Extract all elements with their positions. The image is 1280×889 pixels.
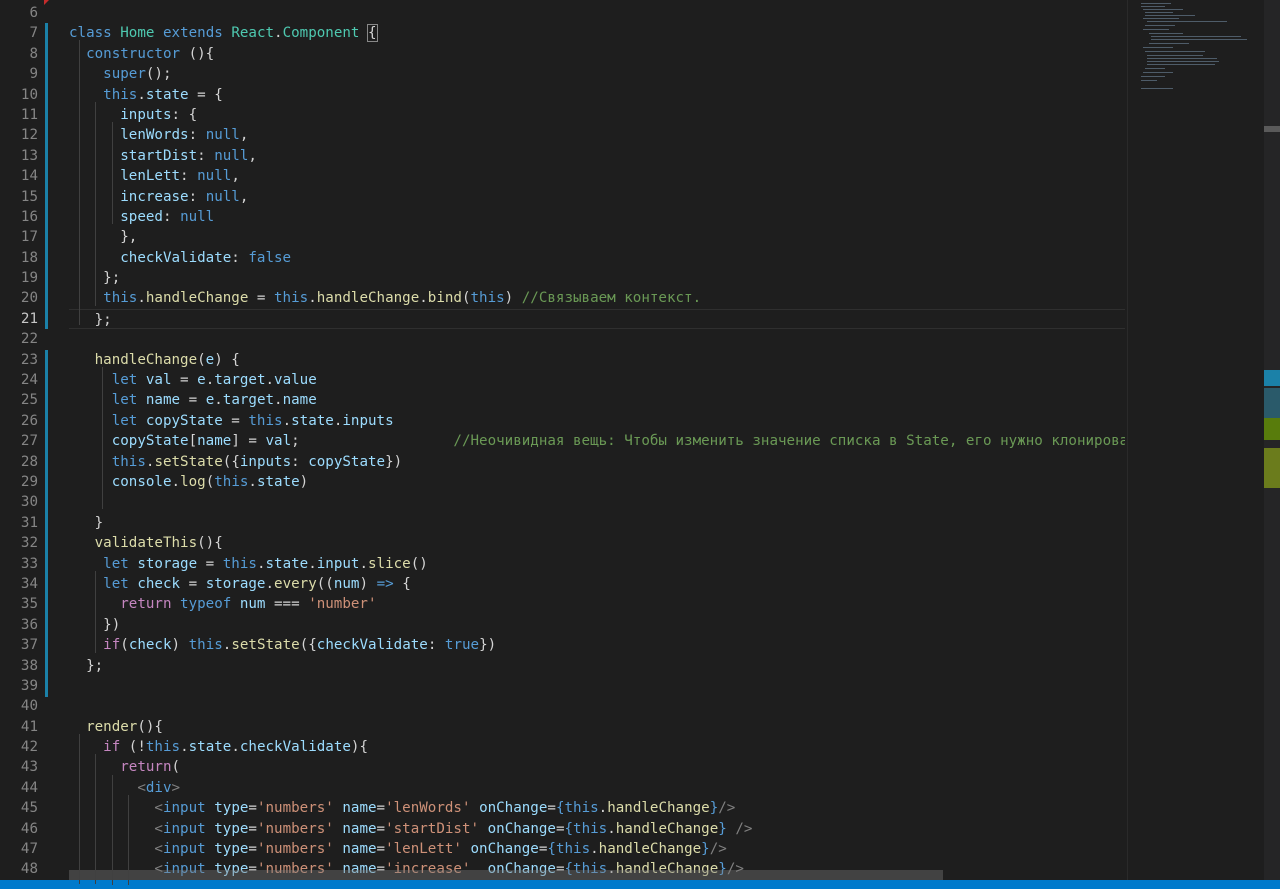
minimap-line	[1143, 18, 1179, 19]
indent-guide	[95, 102, 96, 306]
line-number: 6	[29, 5, 38, 21]
code-line[interactable]: };	[69, 656, 1125, 676]
code-editor[interactable]: 6 7 8 9 10 11 12 13 14 15 16 17 18 19 20 21 22 23 24 25 26 27…	[0, 0, 1280, 889]
code-line[interactable]: return(	[69, 757, 1125, 777]
minimap-line	[1141, 3, 1171, 4]
minimap-line	[1145, 15, 1195, 16]
code-line[interactable]: ​	[69, 676, 1125, 696]
code-line[interactable]: ​	[69, 492, 1125, 512]
code-line[interactable]: ​	[69, 329, 1125, 349]
code-line[interactable]: ​	[69, 3, 1125, 23]
minimap-line	[1145, 68, 1165, 69]
line-number: 47	[20, 841, 38, 858]
line-number: 40	[20, 698, 38, 715]
minimap-line	[1151, 39, 1247, 40]
code-line[interactable]: <input type='numbers' name='startDist' o…	[69, 819, 1125, 839]
horizontal-scrollbar-thumb[interactable]	[69, 870, 943, 880]
code-line[interactable]: return typeof num === 'number'	[69, 594, 1125, 614]
minimap-line	[1145, 12, 1173, 13]
code-line[interactable]: let storage = this.state.input.slice()	[69, 554, 1125, 574]
code-line[interactable]: this.handleChange = this.handleChange.bi…	[69, 288, 1125, 308]
code-line[interactable]: render(){	[69, 717, 1125, 737]
code-line[interactable]: <input type='numbers' name='lenWords' on…	[69, 798, 1125, 818]
scroll-thumb[interactable]	[1264, 126, 1280, 132]
indent-guide	[112, 775, 113, 885]
code-line[interactable]: super();	[69, 64, 1125, 84]
scroll-change-marker	[1264, 370, 1280, 386]
code-line[interactable]: console.log(this.state)	[69, 472, 1125, 492]
minimap-line	[1143, 9, 1183, 10]
line-number: 22	[20, 331, 38, 348]
minimap-line	[1147, 61, 1219, 62]
minimap-line	[1141, 6, 1165, 7]
code-line[interactable]: this.state = {	[69, 85, 1125, 105]
code-line[interactable]: },	[69, 227, 1125, 247]
status-bar	[0, 880, 1280, 889]
indent-guide	[112, 122, 113, 224]
minimap-line	[1143, 72, 1173, 73]
minimap-line	[1149, 33, 1183, 34]
code-line[interactable]: speed: null	[69, 207, 1125, 227]
code-line[interactable]: if (!this.state.checkValidate){	[69, 737, 1125, 757]
code-line[interactable]: let check = storage.every((num) => {	[69, 574, 1125, 594]
code-line[interactable]: copyState[name] = val; //Неочивидная вещ…	[69, 431, 1125, 451]
code-line[interactable]: ​	[69, 696, 1125, 716]
line-number: 45	[20, 800, 38, 817]
minimap-line	[1147, 64, 1215, 65]
minimap-line	[1149, 43, 1189, 44]
code-line[interactable]: })	[69, 615, 1125, 635]
scroll-change-marker	[1264, 388, 1280, 418]
line-number: 43	[20, 759, 38, 776]
code-line[interactable]: };	[69, 268, 1125, 288]
git-change-bar	[45, 23, 48, 329]
code-line[interactable]: <input type='numbers' name='lenLett' onC…	[69, 839, 1125, 859]
minimap-line	[1145, 25, 1175, 26]
code-line[interactable]: class Home extends React.Component {	[69, 23, 1125, 43]
line-number: 46	[20, 820, 38, 837]
minimap-line	[1141, 76, 1165, 77]
indent-guide	[95, 754, 96, 884]
code-line[interactable]: if(check) this.setState({checkValidate: …	[69, 635, 1125, 655]
minimap[interactable]	[1127, 0, 1265, 880]
code-line[interactable]: };	[69, 308, 1125, 330]
indent-guide	[79, 734, 80, 884]
code-line[interactable]: inputs: {	[69, 105, 1125, 125]
code-line[interactable]: handleChange(e) {	[69, 350, 1125, 370]
indent-guide	[102, 367, 103, 509]
minimap-line	[1143, 29, 1169, 30]
minimap-line	[1141, 88, 1173, 89]
line-number: 41	[20, 718, 38, 735]
code-line[interactable]: lenLett: null,	[69, 166, 1125, 186]
code-line[interactable]: validateThis(){	[69, 533, 1125, 553]
line-number: 48	[20, 861, 38, 878]
code-line[interactable]: let val = e.target.value	[69, 370, 1125, 390]
indent-guide	[95, 571, 96, 653]
minimap-line	[1147, 58, 1217, 59]
minimap-line	[1143, 47, 1173, 48]
line-number: 42	[20, 739, 38, 756]
code-area[interactable]: ​class Home extends React.Component { co…	[69, 3, 1125, 880]
indent-guide	[79, 40, 80, 325]
code-line[interactable]: startDist: null,	[69, 146, 1125, 166]
vertical-scrollbar[interactable]	[1264, 0, 1280, 880]
minimap-line	[1147, 55, 1203, 56]
scroll-change-marker	[1264, 448, 1280, 488]
code-line[interactable]: lenWords: null,	[69, 125, 1125, 145]
code-line[interactable]: let name = e.target.name	[69, 390, 1125, 410]
git-change-bar	[45, 350, 48, 697]
minimap-line	[1147, 21, 1227, 22]
code-line[interactable]: constructor (){	[69, 44, 1125, 64]
code-line[interactable]: <div>	[69, 778, 1125, 798]
scroll-change-marker	[1264, 418, 1280, 440]
minimap-line	[1151, 36, 1241, 37]
code-line[interactable]: this.setState({inputs: copyState})	[69, 452, 1125, 472]
minimap-line	[1145, 51, 1205, 52]
code-line[interactable]: }	[69, 513, 1125, 533]
code-line[interactable]: let copyState = this.state.inputs	[69, 411, 1125, 431]
line-number: 44	[20, 779, 38, 796]
code-line[interactable]: increase: null,	[69, 187, 1125, 207]
minimap-line	[1141, 80, 1157, 81]
indent-guide	[128, 795, 129, 885]
code-line[interactable]: checkValidate: false	[69, 248, 1125, 268]
